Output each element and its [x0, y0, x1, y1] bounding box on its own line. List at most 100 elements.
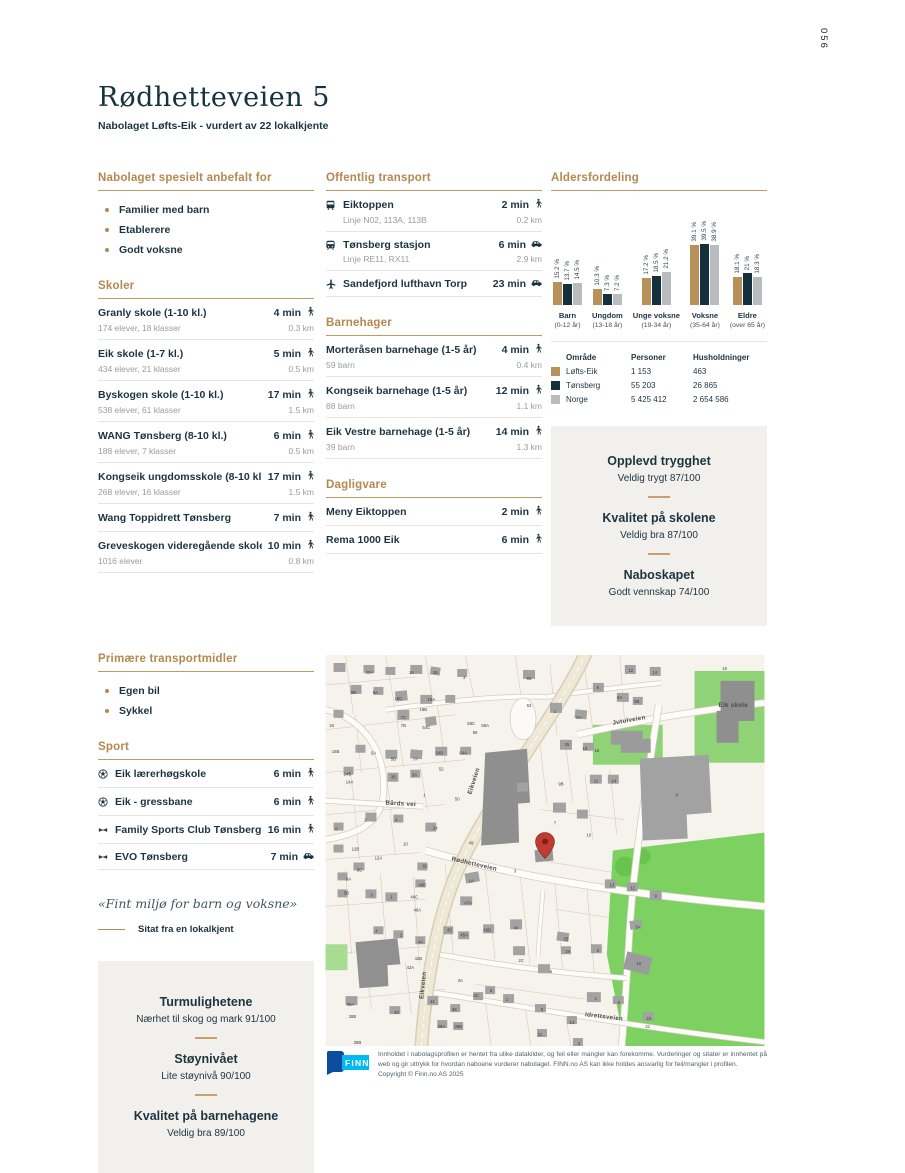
poi-name: Eik Vestre barnehage (1-5 år)	[326, 426, 490, 438]
svg-text:5A: 5A	[576, 715, 581, 720]
svg-text:4A: 4A	[418, 939, 423, 944]
legend-area-name: Norge	[566, 395, 588, 404]
map-canvas: Eikveien Eikveien Bårds vei Jutulveien R…	[325, 655, 765, 1046]
legend-col-personer: Personer	[631, 353, 693, 362]
legend-husholdninger-value: 463	[693, 367, 767, 376]
svg-text:10: 10	[403, 842, 408, 847]
svg-text:3C: 3C	[473, 993, 478, 998]
table-row: Sandefjord lufthavn Torp 23 min	[326, 271, 542, 297]
poi-name: Meny Eiktoppen	[326, 506, 496, 518]
walk-icon	[306, 429, 314, 443]
poi-name: Eiktoppen	[343, 199, 496, 211]
quote-attribution-text: Sitat fra en lokalkjent	[138, 924, 234, 935]
chart-bar	[553, 282, 562, 305]
chart-bar	[753, 277, 762, 305]
travel-time: 6 min	[502, 534, 529, 546]
rating-score: Nærhet til skog og mark 91/100	[114, 1014, 298, 1025]
column-transport-barnehager: Offentlig transport Eiktoppen 2 min Linj…	[326, 172, 542, 574]
bullet-label: Etablerere	[119, 224, 170, 236]
svg-text:5B: 5B	[391, 757, 396, 762]
rating-title: Kvalitet på skolene	[567, 511, 751, 525]
walk-icon	[534, 425, 542, 439]
rating-title: Naboskapet	[567, 568, 751, 582]
poi-distance: 1.3 km	[516, 442, 542, 452]
svg-text:47A: 47A	[464, 900, 472, 905]
svg-text:3A: 3A	[635, 924, 640, 929]
svg-text:36B: 36B	[354, 1040, 362, 1045]
svg-text:7B: 7B	[401, 723, 406, 728]
rating-title: Kvalitet på barnehagene	[114, 1109, 298, 1123]
section-heading-transport: Offentlig transport	[326, 172, 542, 191]
poi-name: Granly skole (1-10 kl.)	[98, 307, 268, 319]
poi-detail: 538 elever, 61 klasser	[98, 405, 181, 415]
travel-time: 16 min	[268, 824, 301, 836]
svg-text:18C: 18C	[394, 696, 402, 701]
poi-detail: 39 barn	[326, 442, 355, 452]
svg-text:14A: 14A	[346, 780, 354, 785]
gym-icon	[98, 825, 115, 835]
svg-text:12B: 12B	[352, 847, 360, 852]
section-sport: Sport Eik lærerhøgskole 6 min Eik - gres…	[98, 741, 314, 870]
page-header: Rødhetteveien 5 Nabolaget Løfts-Eik - vu…	[98, 82, 330, 132]
chart-bar	[700, 244, 709, 305]
svg-text:54B: 54B	[435, 751, 443, 756]
neighborhood-map: Eikveien Eikveien Bårds vei Jutulveien R…	[325, 655, 765, 1046]
section-transportmidler: Primære transportmidler Egen bilSykkel	[98, 653, 314, 721]
svg-text:21: 21	[645, 1024, 650, 1029]
svg-text:5B: 5B	[344, 890, 349, 895]
walk-icon	[306, 388, 314, 402]
poi-detail: 59 barn	[326, 360, 355, 370]
travel-time: 17 min	[268, 389, 301, 401]
chart-group: 15.2 %13.7 %14.5 %Barn(0-12 år)	[553, 203, 582, 329]
bullet-label: Familier med barn	[119, 204, 209, 216]
svg-text:26: 26	[433, 670, 438, 675]
svg-text:41: 41	[430, 999, 435, 1004]
chart-bar	[642, 278, 651, 305]
svg-text:7C: 7C	[401, 715, 406, 720]
page-number: 056	[818, 28, 829, 50]
svg-text:5A: 5A	[346, 876, 351, 881]
plane-icon	[326, 279, 343, 289]
recommended-list: Familier med barn Etablerere Godt voksne	[98, 191, 314, 260]
walk-icon	[306, 539, 314, 553]
svg-text:15: 15	[594, 748, 599, 753]
svg-text:9B: 9B	[558, 782, 563, 787]
svg-text:42A: 42A	[407, 965, 415, 970]
legend-personer-value: 1 153	[631, 367, 693, 376]
svg-text:18A: 18A	[427, 697, 435, 702]
svg-text:18B: 18B	[420, 707, 428, 712]
section-heading-dagligvare: Dagligvare	[326, 479, 542, 498]
list-item: Familier med barn	[98, 200, 314, 220]
svg-text:16B: 16B	[332, 749, 340, 754]
poi-name: Eik skole (1-7 kl.)	[98, 348, 268, 360]
travel-time: 5 min	[274, 348, 301, 360]
list-item: Sykkel	[98, 701, 314, 721]
chart-bar	[603, 294, 612, 305]
legend-rows: Løfts-Eik 1 153 463 Tønsberg 55 203 26 8…	[551, 364, 767, 406]
svg-text:38B: 38B	[349, 1014, 357, 1019]
section-heading-transportmidler: Primære transportmidler	[98, 653, 314, 672]
travel-time: 4 min	[274, 307, 301, 319]
travel-time: 14 min	[496, 426, 529, 438]
svg-text:3A: 3A	[412, 773, 417, 778]
section-heading-recommended: Nabolaget spesielt anbefalt for	[98, 172, 314, 191]
svg-text:38: 38	[452, 1007, 457, 1012]
poi-detail: 188 elever, 7 klasser	[98, 446, 176, 456]
svg-text:56: 56	[473, 730, 478, 735]
poi-detail: 268 elever, 16 klasser	[98, 487, 181, 497]
travel-time: 7 min	[274, 512, 301, 524]
sport-list: Eik lærerhøgskole 6 min Eik - gressbane …	[98, 760, 314, 870]
list-item: Godt voksne	[98, 240, 314, 260]
section-heading-aldersfordeling: Aldersfordeling	[551, 172, 767, 191]
legend-area-name: Løfts-Eik	[566, 367, 598, 376]
legend-swatch	[551, 395, 560, 404]
poi-name: Kongseik ungdomsskole (8-10 kl...	[98, 471, 262, 483]
walk-icon	[306, 511, 314, 525]
chart-bar	[652, 276, 661, 305]
svg-text:9B: 9B	[351, 690, 356, 695]
svg-text:19: 19	[722, 666, 727, 671]
svg-text:18: 18	[329, 723, 334, 728]
resident-quote: «Fint miljø for barn og voksne»	[98, 896, 314, 911]
table-row: WANG Tønsberg (8-10 kl.) 6 min 188 eleve…	[98, 422, 314, 463]
svg-text:14: 14	[652, 670, 657, 675]
